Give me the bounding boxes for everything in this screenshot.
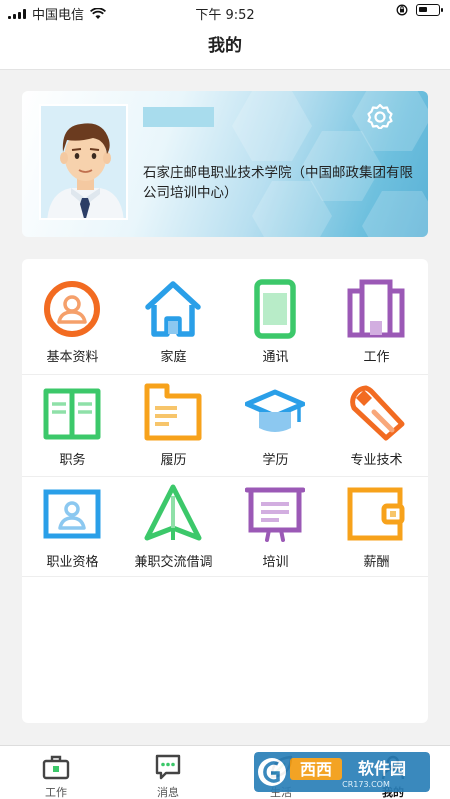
book-icon: [43, 388, 101, 440]
page-title: 我的: [208, 36, 242, 56]
svg-text:软件园: 软件园: [358, 759, 406, 778]
menu-item-label: 家庭: [160, 350, 187, 365]
graduation-cap-icon: [245, 389, 305, 432]
phone-icon: [254, 279, 296, 339]
nav-bar: 我的: [0, 24, 450, 70]
menu-item-label: 培训: [262, 555, 289, 570]
watermark-logo: 西西 软件园 CR173.COM: [254, 752, 430, 792]
menu-item-label: 职务: [59, 453, 86, 468]
menu-item-label: 薪酬: [363, 555, 390, 570]
menu-row: 基本资料 家庭 通讯 工作: [22, 272, 428, 373]
menu-item-secondment[interactable]: 兼职交流借调: [123, 477, 224, 577]
menu-item-label: 通讯: [262, 350, 289, 365]
menu-item-training[interactable]: 培训: [225, 477, 326, 577]
status-right: [396, 4, 443, 16]
profile-card[interactable]: 石家庄邮电职业技术学院（中国邮政集团有限公司培训中心）: [22, 91, 428, 237]
id-card-icon: [43, 489, 101, 539]
menu-item-contact[interactable]: 通讯: [225, 272, 326, 372]
menu-row: 职业资格 兼职交流借调 培训 薪酬: [22, 476, 428, 577]
menu-item-professional-skills[interactable]: 专业技术: [326, 375, 427, 475]
presentation-board-icon: [245, 487, 305, 542]
menu-item-family[interactable]: 家庭: [123, 272, 224, 372]
svg-text:CR173.COM: CR173.COM: [342, 780, 390, 789]
menu-item-basic-info[interactable]: 基本资料: [22, 272, 123, 372]
wallet-icon: [347, 487, 405, 541]
menu-item-salary[interactable]: 薪酬: [326, 477, 427, 577]
svg-text:西西: 西西: [300, 760, 332, 779]
name-placeholder: [143, 107, 214, 127]
status-bar: 中国电信 下午 9:52: [0, 0, 450, 24]
building-icon: [347, 279, 405, 338]
menu-item-education[interactable]: 学历: [225, 375, 326, 475]
house-icon: [145, 281, 201, 337]
briefcase-icon: [42, 755, 70, 780]
menu-item-label: 履历: [160, 453, 187, 468]
wrench-icon: [350, 385, 405, 441]
menu-item-resume[interactable]: 履历: [123, 375, 224, 475]
user-circle-icon: [44, 281, 100, 337]
settings-gear-icon[interactable]: [367, 103, 393, 129]
menu-item-label: 兼职交流借调: [134, 555, 213, 570]
paper-plane-icon: [144, 484, 202, 541]
menu-item-position[interactable]: 职务: [22, 375, 123, 475]
folder-icon: [144, 383, 202, 441]
menu-item-label: 专业技术: [350, 453, 403, 468]
battery-level: [419, 7, 427, 12]
avatar-illustration: [41, 106, 126, 218]
menu-item-label: 基本资料: [46, 350, 99, 365]
battery-icon: [416, 4, 443, 16]
menu-item-label: 职业资格: [46, 555, 99, 570]
menu-item-label: 工作: [363, 350, 390, 365]
tab-label: 工作: [45, 786, 67, 799]
tab-messages[interactable]: 消息: [112, 746, 224, 799]
chat-bubble-icon: [155, 754, 181, 780]
menu-item-qualification[interactable]: 职业资格: [22, 477, 123, 577]
clock: 下午 9:52: [195, 8, 255, 23]
menu-item-label: 学历: [262, 453, 289, 468]
menu-grid: 基本资料 家庭 通讯 工作 职务 履历 学历 专业技术 职业资格 兼职交流借调 …: [22, 259, 428, 723]
menu-item-work[interactable]: 工作: [326, 272, 427, 372]
organization-name: 石家庄邮电职业技术学院（中国邮政集团有限公司培训中心）: [143, 165, 413, 201]
avatar[interactable]: [39, 104, 128, 220]
tab-work[interactable]: 工作: [0, 746, 112, 799]
menu-row: 职务 履历 学历 专业技术: [22, 374, 428, 475]
orientation-lock-icon: [396, 4, 408, 16]
tab-label: 消息: [157, 786, 179, 799]
